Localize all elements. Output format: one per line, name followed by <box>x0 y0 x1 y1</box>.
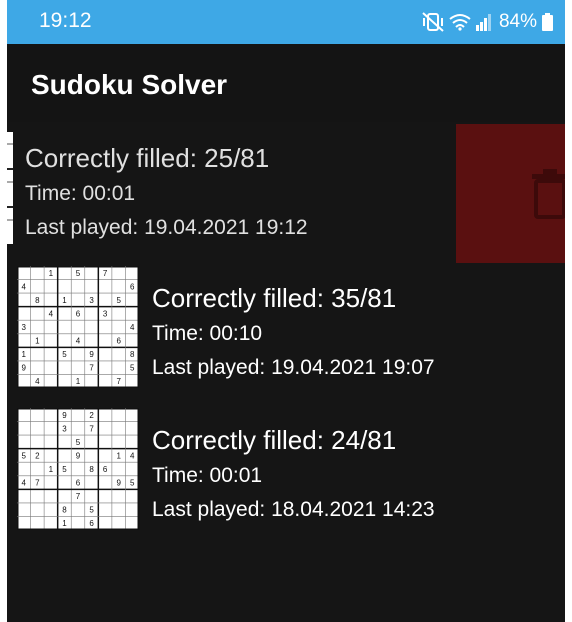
sudoku-thumbnail: 1 5 74 68 1 3 54 6 33 41 4 61 5 9 89 7 54 1 7 <box>17 266 139 388</box>
sudoku-cell-digit: 4 <box>76 337 81 346</box>
sudoku-cell-digit: 5 <box>76 269 81 278</box>
sudoku-cell-digit: 2 <box>89 411 94 420</box>
status-icons: 84% <box>422 11 553 33</box>
saved-game-details: Correctly filled: 24/81 Time: 00:01 Last… <box>152 424 435 524</box>
correctly-filled-label: Correctly filled: 24/81 <box>152 425 397 455</box>
sudoku-cell-digit: 4 <box>130 451 135 460</box>
saved-game-details: Correctly filled: 35/81 Time: 00:10 Last… <box>152 282 435 382</box>
sudoku-cell-digit: 6 <box>89 519 94 528</box>
sudoku-cell-digit: 5 <box>89 506 94 515</box>
wifi-icon <box>449 13 471 31</box>
signal-icon <box>475 13 492 31</box>
sudoku-cell-digit: 5 <box>22 451 27 460</box>
sudoku-cell-digit: 9 <box>116 479 121 488</box>
sudoku-cell-digit: 5 <box>130 364 135 373</box>
sudoku-cell-digit: 1 <box>49 465 54 474</box>
sudoku-cell-digit: 8 <box>62 506 67 515</box>
sudoku-cell-digit: 8 <box>89 465 94 474</box>
sudoku-cell-digit: 5 <box>130 479 135 488</box>
saved-games-list: Correctly filled: 25/81 Time: 00:01 Last… <box>7 122 565 622</box>
sudoku-thumbnail: 9 23 755 2 9 1 41 5 8 64 7 6 9 578 51 6 <box>17 408 139 530</box>
sudoku-cell-digit: 6 <box>76 309 81 318</box>
sudoku-cell-digit: 7 <box>35 479 40 488</box>
sudoku-cell-digit: 4 <box>22 479 27 488</box>
sudoku-cell-digit: 1 <box>76 377 81 386</box>
sudoku-cell-digit: 6 <box>76 479 81 488</box>
sudoku-cell-digit: 4 <box>22 282 27 291</box>
time-label: Time: 00:01 <box>152 464 263 487</box>
sudoku-cell-digit: 1 <box>62 519 67 528</box>
sudoku-cell-digit: 8 <box>130 350 135 359</box>
sudoku-cell-digit: 4 <box>49 309 54 318</box>
status-time: 19:12 <box>39 9 92 32</box>
page-title: Sudoku Solver <box>31 69 228 100</box>
sudoku-cell-digit: 1 <box>22 350 27 359</box>
sudoku-cell-digit: 7 <box>116 377 121 386</box>
sudoku-cell-digit: 9 <box>89 350 94 359</box>
status-bar: 19:12 84% <box>7 0 565 44</box>
sudoku-cell-digit: 2 <box>35 451 40 460</box>
sudoku-cell-digit: 8 <box>35 296 40 305</box>
sudoku-cell-digit: 5 <box>62 465 67 474</box>
sudoku-cell-digit: 1 <box>116 451 121 460</box>
phone-screen: 19:12 84% Sudoku Solver Correctly filled… <box>7 0 565 622</box>
sudoku-cell-digit: 9 <box>76 451 81 460</box>
sudoku-cell-digit: 4 <box>35 377 40 386</box>
sudoku-cell-digit: 3 <box>22 323 27 332</box>
sudoku-cell-digit: 3 <box>62 424 67 433</box>
sudoku-cell-digit: 1 <box>49 269 54 278</box>
sudoku-cell-digit: 6 <box>103 465 108 474</box>
sudoku-cell-digit: 6 <box>116 337 121 346</box>
sudoku-cell-digit: 6 <box>130 282 135 291</box>
sudoku-cell-digit: 5 <box>116 296 121 305</box>
battery-icon <box>542 13 553 31</box>
sudoku-cell-digit: 1 <box>62 296 67 305</box>
battery-percentage: 84% <box>498 11 537 32</box>
sudoku-cell-digit: 1 <box>35 337 40 346</box>
last-played-label: Last played: 18.04.2021 14:23 <box>152 498 435 521</box>
sudoku-cell-digit: 9 <box>62 411 67 420</box>
app-bar: Sudoku Solver <box>7 44 565 122</box>
sudoku-cell-digit: 4 <box>130 323 135 332</box>
sudoku-cell-digit: 3 <box>103 309 108 318</box>
sudoku-cell-digit: 5 <box>62 350 67 359</box>
sudoku-cell-digit: 5 <box>76 438 81 447</box>
sudoku-cell-digit: 3 <box>89 296 94 305</box>
time-label: Time: 00:10 <box>152 322 263 345</box>
sudoku-cell-digit: 9 <box>22 364 27 373</box>
sudoku-cell-digit: 7 <box>76 492 81 501</box>
correctly-filled-label: Correctly filled: 35/81 <box>152 283 397 313</box>
sudoku-cell-digit: 7 <box>89 424 94 433</box>
sudoku-cell-digit: 7 <box>103 269 108 278</box>
saved-game-item[interactable]: 923755291415864769578516 Correctly fille… <box>7 122 565 530</box>
last-played-label: Last played: 19.04.2021 19:07 <box>152 356 435 379</box>
sudoku-cell-digit: 7 <box>89 364 94 373</box>
mute-vibrate-icon <box>422 12 444 32</box>
